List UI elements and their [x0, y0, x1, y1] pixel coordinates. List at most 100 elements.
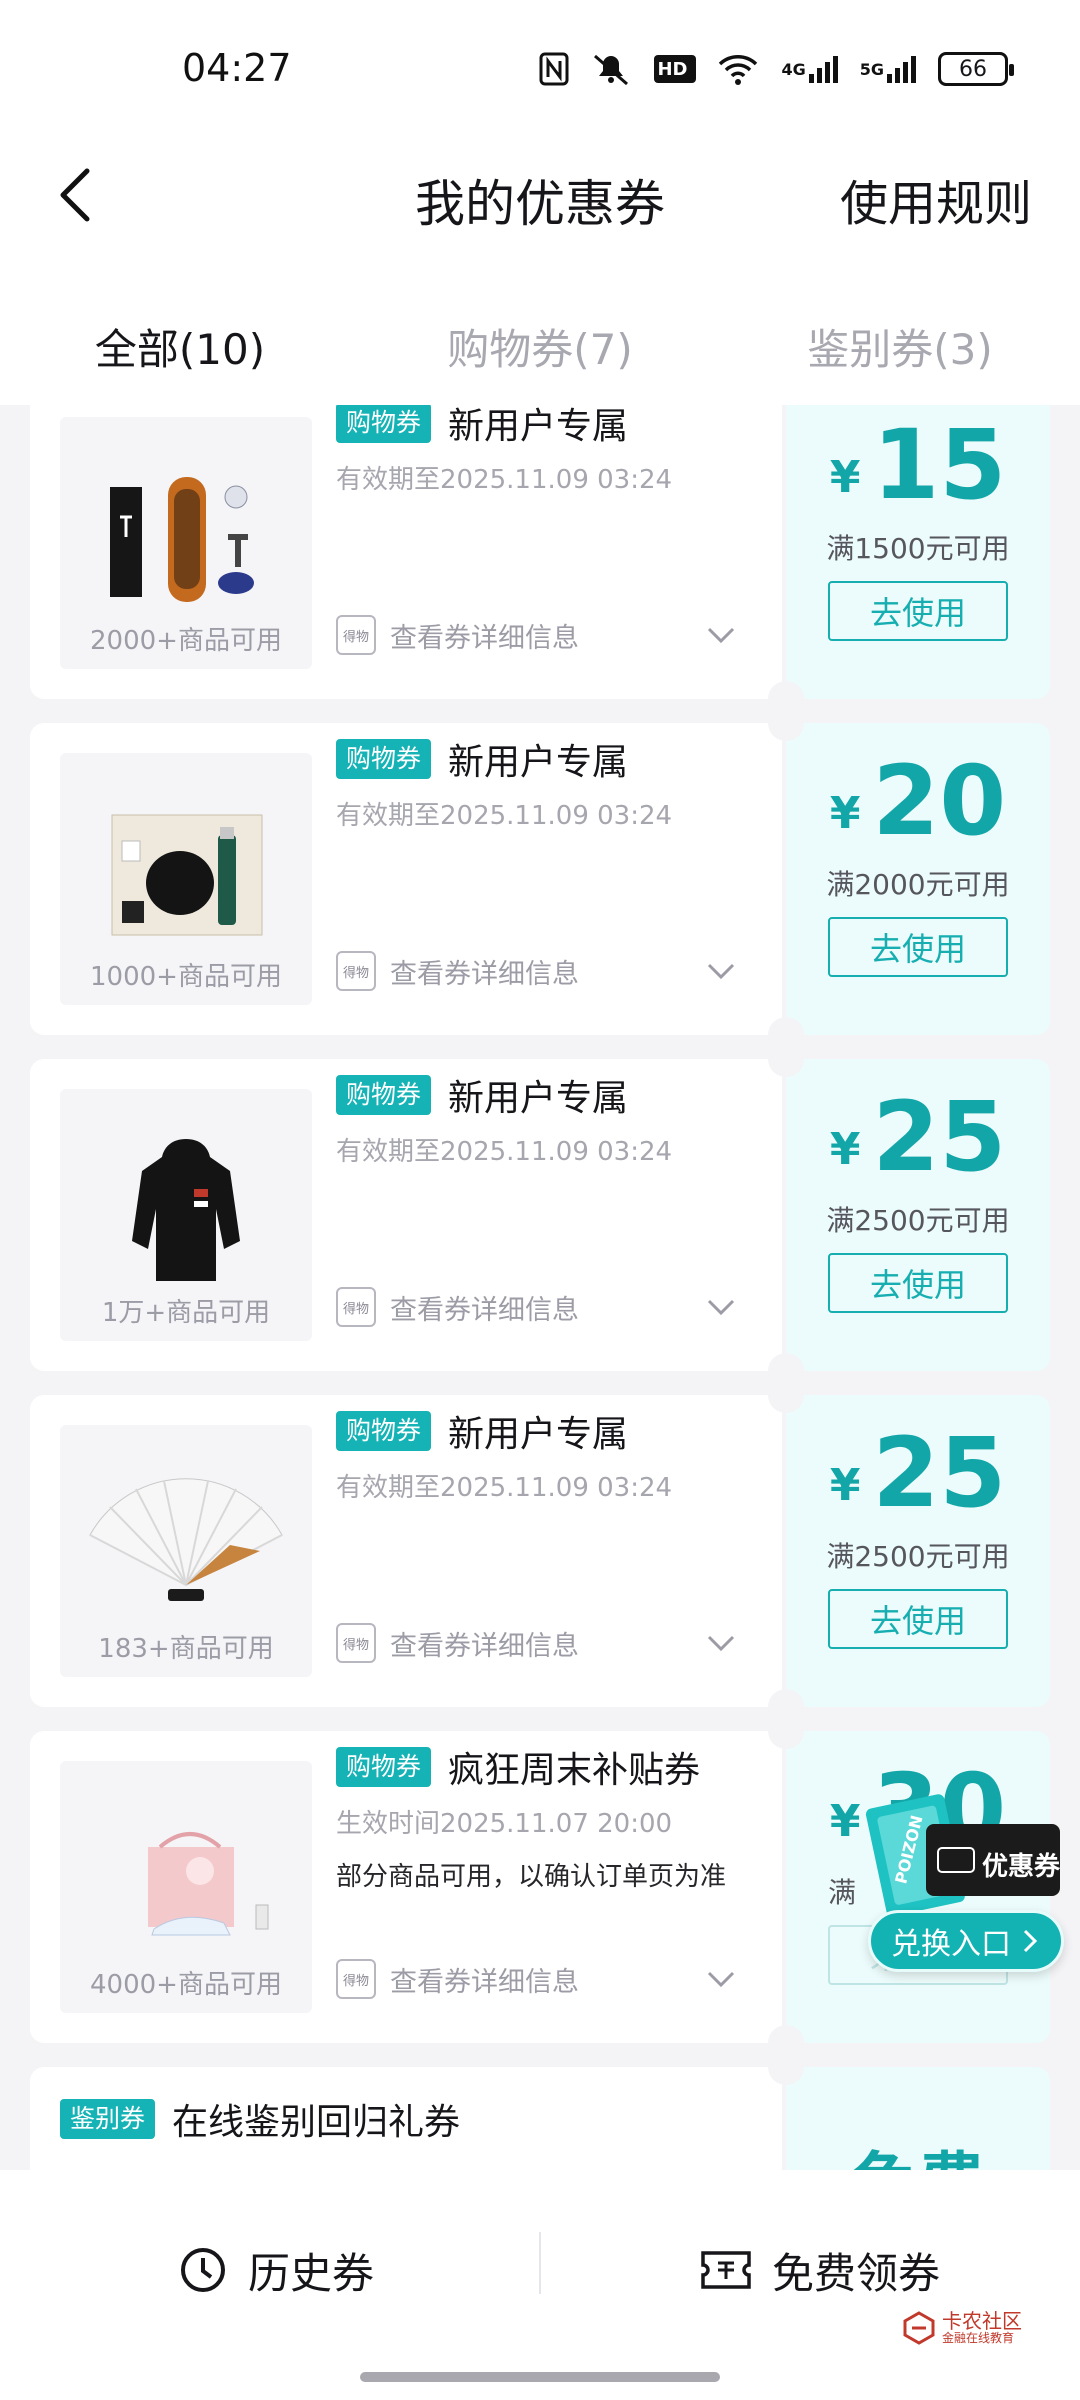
available-count: 2000+商品可用 — [90, 626, 282, 656]
dewu-logo-icon: 得物 — [336, 1287, 376, 1327]
available-count: 1000+商品可用 — [90, 962, 282, 992]
coupon-value-panel: ¥25 满2500元可用 去使用 — [786, 1059, 1050, 1371]
coupon-info: 183+商品可用 购物券 新用户专属 有效期至2025.11.09 03:24 … — [30, 1395, 782, 1707]
coupon-value-panel: ¥25 满2500元可用 去使用 — [786, 1395, 1050, 1707]
use-coupon-button[interactable]: 去使用 — [828, 581, 1008, 641]
coupon-name: 新用户专属 — [448, 742, 629, 783]
available-count: 4000+商品可用 — [90, 1970, 282, 2000]
jacket-image — [132, 1139, 240, 1281]
view-details-label: 查看券详细信息 — [390, 1966, 579, 1998]
coupon-condition: 满2000元可用 — [826, 868, 1010, 901]
exchange-card-label: 优惠券 — [982, 1852, 1061, 1882]
coupon-value-panel: ¥20 满2000元可用 去使用 — [786, 723, 1050, 1035]
coupon-condition: 满2500元可用 — [826, 1540, 1010, 1573]
coupon-scope-note: 部分商品可用，以确认订单页为准 — [336, 1862, 727, 1892]
coupon-type-tag: 购物券 — [336, 739, 432, 779]
gift-bag-sneakers-image — [148, 1832, 269, 1936]
coupon-amount: ¥15 — [786, 409, 1050, 521]
view-details-link[interactable]: 得物 查看券详细信息 — [336, 1287, 579, 1327]
dewu-logo-icon: 得物 — [336, 1623, 376, 1663]
amount-value: 15 — [872, 409, 1007, 521]
product-thumbnail[interactable]: 2000+商品可用 — [60, 417, 312, 669]
clock-icon — [181, 2248, 225, 2292]
coupon-expiry: 有效期至2025.11.09 03:24 — [336, 1137, 673, 1167]
amount-value: 20 — [872, 745, 1007, 857]
usage-rules-link[interactable]: 使用规则 — [840, 164, 1032, 234]
tab-shopping[interactable]: 购物券(7) — [360, 260, 720, 405]
kanong-logo-icon — [903, 2310, 935, 2345]
coupon-condition: 满1500元可用 — [826, 532, 1010, 565]
exchange-entry-widget[interactable]: POIZON 优惠券 兑换入口 — [856, 1776, 1068, 1986]
view-details-label: 查看券详细信息 — [390, 958, 579, 990]
coupon-name: 在线鉴别回归礼券 — [172, 2102, 461, 2143]
skateboard-image — [110, 477, 254, 602]
coupon-tabs: 全部(10) 购物券(7) 鉴别券(3) — [0, 260, 1080, 405]
coupon-info: 2000+商品可用 购物券 新用户专属 有效期至2025.11.09 03:24… — [30, 405, 782, 699]
view-details-link[interactable]: 得物 查看券详细信息 — [336, 1623, 579, 1663]
coupon-expiry: 有效期至2025.11.09 03:24 — [336, 801, 673, 831]
coupon-amount: ¥25 — [786, 1417, 1050, 1529]
card-notch — [768, 2049, 804, 2085]
coupon-name: 新用户专属 — [448, 1414, 629, 1455]
coupon-card: 1万+商品可用 购物券 新用户专属 有效期至2025.11.09 03:24 得… — [30, 1041, 1050, 1389]
bottom-divider — [539, 2232, 541, 2294]
nfc-icon — [539, 52, 569, 86]
signal-4g-label: 4G — [781, 59, 806, 79]
chevron-down-icon[interactable] — [706, 1967, 736, 1991]
status-time: 04:27 — [182, 46, 292, 90]
view-details-link[interactable]: 得物 查看券详细信息 — [336, 615, 579, 655]
coupon-info: 1万+商品可用 购物券 新用户专属 有效期至2025.11.09 03:24 得… — [30, 1059, 782, 1371]
signal-5g-label: 5G — [859, 59, 884, 79]
folding-fan-image — [89, 1478, 283, 1601]
watermark-line1: 卡农社区 — [942, 2309, 1022, 2333]
exchange-entry-button[interactable]: 兑换入口 — [868, 1910, 1064, 1972]
product-thumbnail[interactable]: 1万+商品可用 — [60, 1089, 312, 1341]
wifi-icon — [717, 52, 759, 86]
coupon-type-tag: 鉴别券 — [60, 2099, 156, 2139]
coupon-name: 新用户专属 — [448, 406, 629, 447]
coupon-amount: ¥20 — [786, 745, 1050, 857]
free-coupons-button[interactable]: 免费领券 — [700, 2230, 940, 2310]
use-coupon-button[interactable]: 去使用 — [828, 1253, 1008, 1313]
amount-value: 25 — [872, 1081, 1007, 1193]
coupon-card: 1000+商品可用 购物券 新用户专属 有效期至2025.11.09 03:24… — [30, 705, 1050, 1053]
amount-value: 免费 — [850, 2146, 986, 2170]
view-details-link[interactable]: 得物 查看券详细信息 — [336, 951, 579, 991]
dewu-logo-icon: 得物 — [336, 951, 376, 991]
product-thumbnail[interactable]: 183+商品可用 — [60, 1425, 312, 1677]
chevron-down-icon[interactable] — [706, 623, 736, 647]
coupon-card: 2000+商品可用 购物券 新用户专属 有效期至2025.11.09 03:24… — [30, 405, 1050, 717]
status-icons: HD 4G 5G 66 — [539, 52, 1014, 86]
product-thumbnail[interactable]: 1000+商品可用 — [60, 753, 312, 1005]
home-indicator[interactable] — [360, 2372, 720, 2382]
product-thumbnail[interactable]: 4000+商品可用 — [60, 1761, 312, 2013]
history-coupons-button[interactable]: 历史券 — [178, 2230, 374, 2310]
coupon-info: 4000+商品可用 购物券 疯狂周末补贴券 生效时间2025.11.07 20:… — [30, 1731, 782, 2043]
watermark: 卡农社区 金融在线教育 — [902, 2310, 1022, 2345]
dewu-logo-icon: 得物 — [336, 615, 376, 655]
card-notch — [768, 1713, 804, 1749]
tab-authentication[interactable]: 鉴别券(3) — [720, 260, 1080, 405]
coupon-type-tag: 购物券 — [336, 1075, 432, 1115]
chevron-down-icon[interactable] — [706, 1295, 736, 1319]
chevron-down-icon[interactable] — [706, 1631, 736, 1655]
currency-symbol: ¥ — [829, 1124, 861, 1175]
free-coupons-label: 免费领券 — [772, 2248, 941, 2298]
tab-all[interactable]: 全部(10) — [0, 260, 360, 405]
card-notch — [768, 705, 804, 741]
currency-symbol: ¥ — [829, 788, 861, 839]
coupon-effective-time: 生效时间2025.11.07 20:00 — [336, 1809, 673, 1839]
card-notch — [768, 1377, 804, 1413]
use-coupon-button[interactable]: 去使用 — [828, 1589, 1008, 1649]
coupon-condition: 满2500元可用 — [826, 1204, 1010, 1237]
coupon-expiry: 有效期至2025.11.09 03:24 — [336, 465, 673, 495]
chevron-down-icon[interactable] — [706, 959, 736, 983]
status-bar: 04:27 HD 4G 5G 66 — [0, 0, 1080, 130]
view-details-label: 查看券详细信息 — [390, 622, 579, 654]
coupon-card: 183+商品可用 购物券 新用户专属 有效期至2025.11.09 03:24 … — [30, 1377, 1050, 1725]
dewu-logo-icon: 得物 — [336, 1959, 376, 1999]
chevron-right-icon — [1023, 1929, 1038, 1953]
use-coupon-button[interactable]: 去使用 — [828, 917, 1008, 977]
currency-symbol: ¥ — [829, 1460, 861, 1511]
view-details-link[interactable]: 得物 查看券详细信息 — [336, 1959, 579, 1999]
